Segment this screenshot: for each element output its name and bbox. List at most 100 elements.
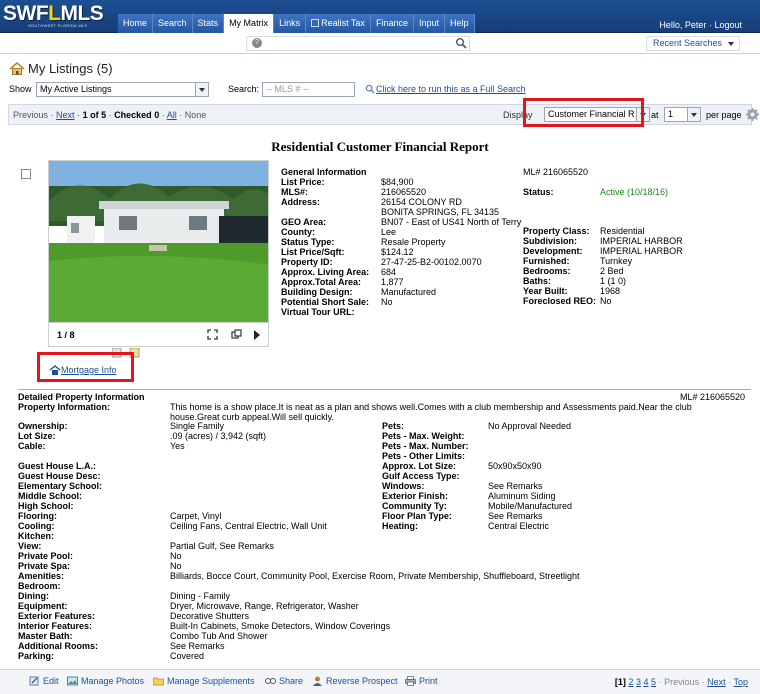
share-icon [265,678,276,684]
per-page-select[interactable]: 1 [664,107,701,122]
quick-search-input[interactable] [246,36,470,51]
footer-pagination: [1] 2 3 4 5 · Previous · Next · Top [614,677,748,687]
mls-search-input[interactable]: -- MLS # -- [262,82,355,97]
detail-field-value: Carpet, Vinyl [170,511,222,521]
show-select[interactable]: My Active Listings [36,82,209,97]
page-link-5[interactable]: 5 [651,677,656,687]
tab-home[interactable]: Home [118,14,154,33]
print-button[interactable]: Print [405,676,438,686]
check-all-link[interactable]: All [167,110,177,120]
detail-right-field-label: Approx. Lot Size: [382,461,456,471]
listing-photo[interactable] [48,160,269,323]
copy-icon[interactable] [231,329,242,340]
mls-number-detail: ML# 216065520 [680,392,746,402]
recent-searches-dropdown[interactable]: Recent Searches [646,36,740,51]
detail-field-label: Private Pool: [18,551,74,561]
detail-right-field-value: See Remarks [488,481,543,491]
check-none-link[interactable]: None [185,110,207,120]
manage-photos-button[interactable]: Manage Photos [67,676,144,686]
prospect-icon [313,676,322,686]
detail-right-field-label: Heating: [382,521,418,531]
detail-field-label: Guest House L.A.: [18,461,97,471]
display-label: Display [503,110,533,120]
detail-field-label: Elementary School: [18,481,103,491]
detail-field-value: Dining - Family [170,591,231,601]
status-label: Status: [523,187,554,197]
supplements-icon [153,677,164,686]
general-right-field-value: 1 (1 0) [600,276,627,286]
reverse-prospect-button[interactable]: Reverse Prospect [312,676,398,686]
full-search-link[interactable]: Click here to run this as a Full Search [376,84,526,94]
detail-field-label: Bedroom: [18,581,61,591]
tab-help[interactable]: Help [445,14,475,33]
general-right-field-label: Development: [523,246,583,256]
tab-links[interactable]: Links [274,14,307,33]
property-info-line1: This home is a show place.It is neat as … [170,402,692,412]
attachment-icons [112,348,140,358]
general-right-field-label: Foreclosed REO: [523,296,597,306]
logout-link[interactable]: Logout [714,20,742,30]
display-format-select[interactable]: Customer Financial R [544,107,650,122]
chevron-down-icon [195,83,208,96]
record-range: 1 of 5 [82,110,107,120]
photo-counter: 1 / 8 [57,330,75,340]
general-field-label: Approx.Total Area: [281,277,362,287]
checked-count: 0 [154,110,160,120]
general-field-value: $124.12 [381,247,414,257]
detail-right-field-label: Community Ty: [382,501,447,511]
edit-icon [29,676,39,686]
chevron-down-icon [728,42,734,46]
filter-row: Show My Active Listings Search: -- MLS #… [9,82,749,98]
search-icon [365,84,375,94]
next-arrow-icon[interactable] [254,330,260,340]
search-icon[interactable] [455,37,467,49]
page-link-4[interactable]: 4 [643,677,648,687]
page-link-2[interactable]: 2 [628,677,633,687]
expand-icon[interactable] [207,329,218,340]
detail-right-field-label: Exterior Finish: [382,491,449,501]
detail-field-label: High School: [18,501,74,511]
tab-realist-tax[interactable]: Realist Tax [306,14,371,33]
general-right-field-value: Turnkey [600,256,633,266]
detail-right-field-label: Pets - Max. Weight: [382,431,465,441]
mortgage-info-link[interactable]: Mortgage Info [49,365,117,375]
tab-my-matrix[interactable]: My Matrix [224,14,275,33]
detail-field-label: Cable: [18,441,46,451]
previous-link: Previous [13,110,49,120]
general-field-label: Property ID: [281,257,333,267]
detail-field-value: Built-In Cabinets, Smoke Detectors, Wind… [170,621,391,631]
manage-supplements-button[interactable]: Manage Supplements [153,676,255,686]
general-field-label: County: [281,227,315,237]
footer-top-link[interactable]: Top [733,677,748,687]
detail-field-value: Billiards, Bocce Court, Community Pool, … [170,571,580,581]
detail-field-value: Yes [170,441,185,451]
home-icon [9,62,25,75]
logo-subtitle: SOUTHWEST FLORIDA MLS [28,23,88,28]
print-icon [405,676,416,686]
next-link[interactable]: Next [56,110,75,120]
detail-field-label: Master Bath: [18,631,73,641]
detail-right-field-value: No Approval Needed [488,421,572,431]
property-info-label: Property Information: [18,402,111,412]
gear-icon[interactable] [746,108,759,121]
general-field-label: Potential Short Sale: [281,297,370,307]
share-button[interactable]: Share [265,676,303,686]
footer-previous-link: Previous [664,677,700,687]
general-field-value: No [381,297,393,307]
tab-search[interactable]: Search [153,14,193,33]
tab-input[interactable]: Input [413,14,445,33]
listing-checkbox[interactable] [21,169,31,179]
footer-next-link[interactable]: Next [707,677,726,687]
tab-stats[interactable]: Stats [192,14,225,33]
detail-field-label: Middle School: [18,491,82,501]
detail-field-label: Cooling: [18,521,55,531]
page-link-3[interactable]: 3 [636,677,641,687]
detail-right-field-label: Gulf Access Type: [382,471,460,481]
edit-button[interactable]: Edit [29,676,59,686]
search-label: Search: [228,84,260,94]
detail-right-field-label: Pets - Other Limits: [382,451,466,461]
general-right-field-value: 2 Bed [600,266,624,276]
tab-finance[interactable]: Finance [370,14,414,33]
help-icon[interactable]: ? [252,38,262,48]
chevron-down-icon [687,108,700,121]
